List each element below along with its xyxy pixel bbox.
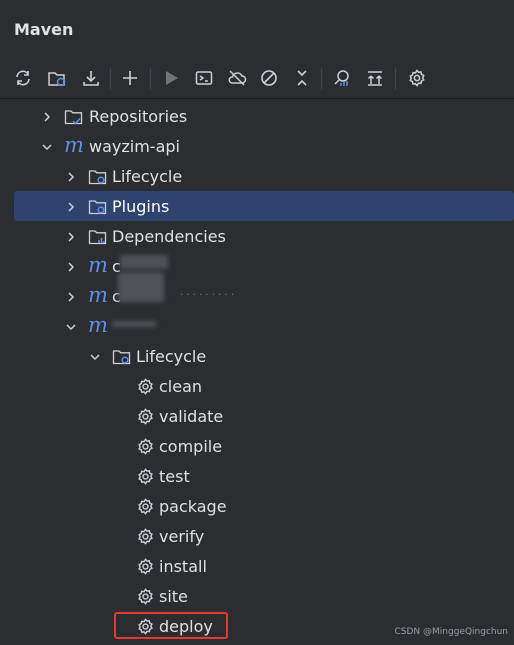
tree-item-lifecycle[interactable]: Lifecycle xyxy=(0,161,514,191)
goal-label: package xyxy=(159,497,227,516)
panel-header: Maven xyxy=(0,0,514,60)
tree-item-label: Lifecycle xyxy=(136,347,207,366)
gear-icon xyxy=(136,407,155,426)
settings-icon[interactable] xyxy=(404,65,430,91)
goal-label: verify xyxy=(159,527,205,546)
goal-label: test xyxy=(159,467,190,486)
tree-item-lifecycle[interactable]: Lifecycle xyxy=(0,341,514,371)
skip-tests-icon[interactable] xyxy=(256,65,282,91)
maven-module-icon: m xyxy=(88,253,108,277)
tree-item-label: wayzim-api xyxy=(89,137,180,156)
goal-validate[interactable]: validate xyxy=(0,401,514,431)
redacted-text xyxy=(120,255,168,269)
download-icon[interactable] xyxy=(78,65,104,91)
repository-folder-icon xyxy=(64,107,83,126)
tree-item-dependencies[interactable]: Dependencies xyxy=(0,221,514,251)
watermark: CSDN @MinggeQingchun xyxy=(394,627,508,637)
goal-compile[interactable]: compile xyxy=(0,431,514,461)
goal-label: compile xyxy=(159,437,223,456)
tree-item-project[interactable]: m wayzim-api xyxy=(0,131,514,161)
tree-item-module[interactable]: m xyxy=(0,311,514,341)
lifecycle-folder-icon xyxy=(88,167,107,186)
chevron-right-icon[interactable] xyxy=(64,169,78,183)
plugins-folder-icon xyxy=(88,197,107,216)
chevron-right-icon[interactable] xyxy=(64,259,78,273)
tree-item-label: Plugins xyxy=(112,197,170,216)
chevron-right-icon[interactable] xyxy=(40,109,54,123)
generate-sources-icon[interactable] xyxy=(44,65,70,91)
gear-icon xyxy=(136,497,155,516)
chevron-down-icon[interactable] xyxy=(88,349,102,363)
gear-icon xyxy=(136,437,155,456)
gear-icon xyxy=(136,527,155,546)
goal-label: site xyxy=(159,587,188,606)
goal-site[interactable]: site xyxy=(0,581,514,611)
goal-clean[interactable]: clean xyxy=(0,371,514,401)
maven-module-icon: m xyxy=(88,313,108,337)
tree-item-plugins[interactable]: Plugins xyxy=(14,191,514,221)
tree-item-module[interactable]: m c · · · · · · · · · xyxy=(0,281,514,311)
run-icon[interactable] xyxy=(158,65,184,91)
deploy-highlight-box xyxy=(114,612,228,639)
gear-icon xyxy=(136,467,155,486)
goal-label: clean xyxy=(159,377,203,396)
analyze-dependencies-icon[interactable] xyxy=(329,65,355,91)
collapse-all-icon[interactable] xyxy=(289,65,315,91)
maven-toolbar xyxy=(0,60,514,99)
goal-test[interactable]: test xyxy=(0,461,514,491)
chevron-right-icon[interactable] xyxy=(64,289,78,303)
tree-item-label: Dependencies xyxy=(112,227,226,246)
reload-icon[interactable] xyxy=(10,65,36,91)
redacted-text xyxy=(112,321,156,327)
redacted-text xyxy=(118,272,164,302)
tree-item-module[interactable]: m c xyxy=(0,251,514,281)
goal-package[interactable]: package xyxy=(0,491,514,521)
tree-item-label: Lifecycle xyxy=(112,167,183,186)
lifecycle-folder-icon xyxy=(112,347,131,366)
goal-verify[interactable]: verify xyxy=(0,521,514,551)
goal-install[interactable]: install xyxy=(0,551,514,581)
dependencies-folder-icon xyxy=(88,227,107,246)
gear-icon xyxy=(136,557,155,576)
execute-goal-icon[interactable] xyxy=(191,65,217,91)
tree-item-label-suffix: · · · · · · · · · xyxy=(180,290,235,301)
chevron-right-icon[interactable] xyxy=(64,229,78,243)
goal-label: validate xyxy=(159,407,224,426)
chevron-right-icon[interactable] xyxy=(64,199,78,213)
tree-item-label: Repositories xyxy=(89,107,188,126)
gear-icon xyxy=(136,377,155,396)
show-dependencies-icon[interactable] xyxy=(362,65,388,91)
add-icon[interactable] xyxy=(117,65,143,91)
chevron-down-icon[interactable] xyxy=(40,139,54,153)
goal-label: install xyxy=(159,557,207,576)
gear-icon xyxy=(136,587,155,606)
tree-item-repositories[interactable]: Repositories xyxy=(0,101,514,131)
chevron-down-icon[interactable] xyxy=(64,319,78,333)
panel-title: Maven xyxy=(14,20,74,39)
maven-module-icon: m xyxy=(88,283,108,307)
offline-mode-icon[interactable] xyxy=(224,65,250,91)
maven-tree: Repositories m wayzim-api Lifecycle Plug… xyxy=(0,100,514,645)
maven-module-icon: m xyxy=(64,133,84,157)
